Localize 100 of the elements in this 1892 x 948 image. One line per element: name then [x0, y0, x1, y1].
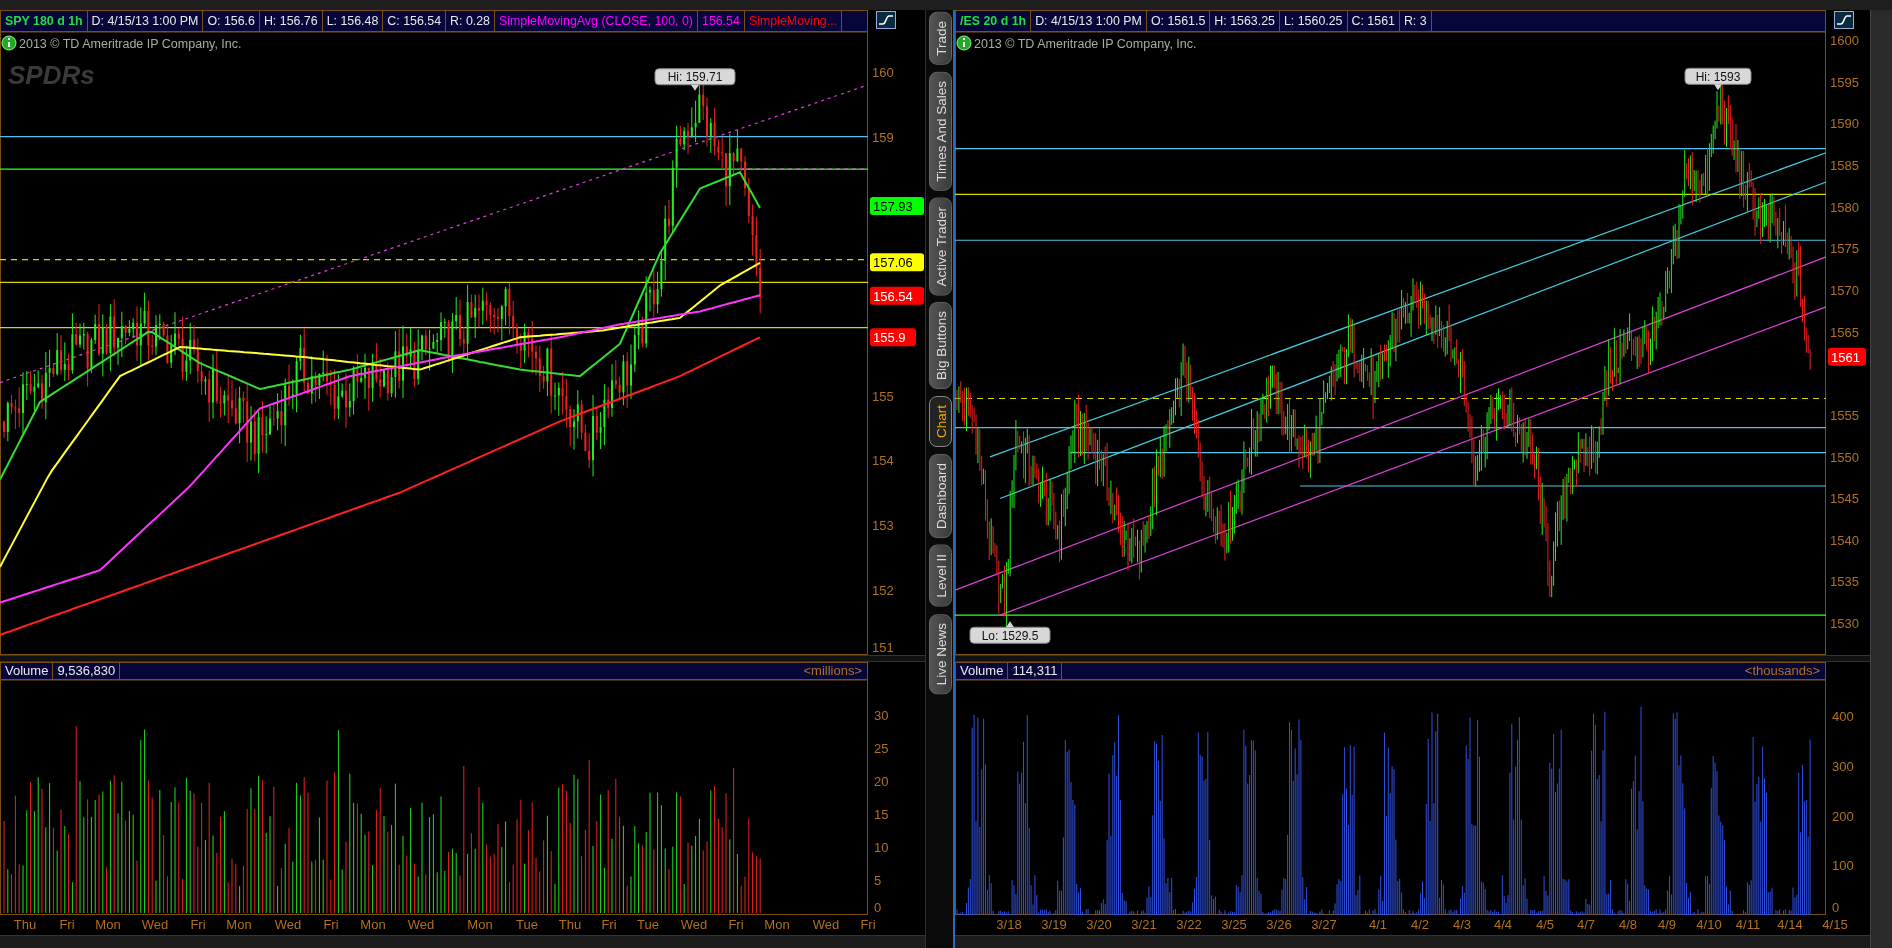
time-axis-label: 4/8 — [1618, 917, 1638, 932]
price-tag: 1561 — [1828, 347, 1866, 366]
price-axis-label: 160 — [872, 65, 894, 80]
copyright-text: 2013 © TD Ameritrade IP Company, Inc. — [19, 37, 242, 51]
volume-axis-label: 0 — [1832, 900, 1840, 915]
side-tab[interactable]: Trade — [929, 12, 952, 65]
volume-axis-label: 5 — [874, 873, 882, 888]
price-axis-label: 1585 — [1830, 157, 1859, 173]
time-axis-label: 4/2 — [1410, 917, 1430, 932]
price-axis-label: 1540 — [1830, 532, 1859, 548]
price-axis-label: 152 — [872, 582, 894, 598]
quote-field: C: 156.54 — [383, 11, 447, 31]
side-tab[interactable]: Dashboard — [929, 454, 952, 539]
time-axis-label: 3/19 — [1041, 917, 1067, 932]
side-tab[interactable]: Chart — [929, 396, 952, 448]
time-axis-label: Wed — [274, 917, 302, 932]
price-axis-label: 1530 — [1830, 616, 1859, 632]
price-axis-label: 1550 — [1830, 449, 1859, 465]
time-axis-label: 4/7 — [1576, 917, 1596, 932]
volume-axis-label: 100 — [1832, 858, 1854, 874]
price-axis-label: 1600 — [1830, 33, 1859, 48]
time-axis-label: Fri — [860, 917, 876, 932]
time-axis-label: Wed — [680, 917, 708, 932]
time-axis-label: Mon — [360, 917, 386, 932]
time-axis-label: Fri — [323, 917, 339, 932]
price-axis-label: 155 — [872, 388, 894, 404]
quote-field: O: 1561.5 — [1146, 11, 1211, 31]
time-axis-label: 4/3 — [1452, 917, 1472, 932]
study-label[interactable]: 156.54 — [698, 11, 745, 31]
scrollbar[interactable] — [1870, 10, 1892, 948]
price-axis-label: 1555 — [1830, 407, 1859, 423]
price-axis-label: 153 — [872, 517, 894, 533]
chart-style-icon[interactable] — [876, 11, 896, 29]
volume-axis-label: 30 — [874, 708, 889, 723]
volume-unit-label: <millions> — [803, 663, 863, 679]
price-axis-label: 159 — [872, 129, 894, 145]
time-axis-label: Fri — [59, 917, 75, 932]
quote-field: C: 1561 — [1347, 11, 1400, 31]
time-axis-label: 4/1 — [1368, 917, 1388, 932]
price-axis-label: 1570 — [1830, 282, 1859, 298]
time-axis-label: Fri — [728, 917, 744, 932]
time-axis-label: Tue — [516, 917, 538, 932]
volume-axis-label: 300 — [1832, 758, 1854, 774]
time-axis-label: 3/18 — [996, 917, 1022, 932]
quote-field: H: 156.76 — [259, 11, 323, 31]
chart-style-icon[interactable] — [1834, 11, 1854, 29]
volume-value: 114,311 — [1008, 663, 1063, 679]
volume-axis-label: 200 — [1832, 808, 1854, 824]
volume-axis-label: 10 — [874, 840, 889, 855]
price-callout: Lo: 1529.5 — [969, 621, 1051, 644]
time-axis-label: 4/4 — [1493, 917, 1513, 932]
time-axis-label: Thu — [13, 917, 37, 932]
price-tag: 156.54 — [870, 286, 924, 305]
time-axis-label: 3/20 — [1086, 917, 1112, 932]
time-axis-label: 3/26 — [1266, 917, 1292, 932]
time-axis-label: 4/11 — [1735, 917, 1761, 932]
symbol-label[interactable]: SPY 180 d 1h — [1, 11, 88, 31]
time-axis-label: 4/14 — [1777, 917, 1803, 932]
volume-axis-label: 20 — [874, 774, 889, 789]
quote-field: D: 4/15/13 1:00 PM — [1031, 11, 1147, 31]
volume-value: 9,536,830 — [53, 663, 121, 679]
study-label[interactable]: SimpleMovingAvg (CLOSE, 100, 0) — [495, 11, 698, 31]
time-axis-label: 4/15 — [1822, 917, 1848, 932]
time-axis-label: Tue — [637, 917, 659, 932]
side-tab[interactable]: Times And Sales — [929, 71, 952, 191]
volume-axis-label: 25 — [874, 741, 889, 756]
volume-label: Volume — [956, 663, 1009, 679]
time-axis-label: Wed — [407, 917, 435, 932]
info-icon[interactable] — [956, 35, 972, 51]
study-label[interactable]: SimpleMoving... — [744, 11, 843, 31]
quote-field: H: 1563.25 — [1210, 11, 1280, 31]
side-tab[interactable]: Active Trader — [929, 197, 952, 296]
time-axis-label: 4/9 — [1657, 917, 1677, 932]
time-axis-label: Fri — [601, 917, 617, 932]
price-axis-label: 151 — [872, 640, 894, 655]
info-icon[interactable] — [1, 35, 17, 51]
time-axis-label: Mon — [467, 917, 493, 932]
side-tab[interactable]: Live News — [929, 613, 952, 694]
time-axis-label: 4/10 — [1696, 917, 1722, 932]
time-axis-label: 4/5 — [1535, 917, 1555, 932]
time-axis-label: Mon — [764, 917, 790, 932]
time-axis-label: 3/22 — [1176, 917, 1202, 932]
price-axis-label: 1565 — [1830, 324, 1859, 340]
time-axis-label: 3/27 — [1311, 917, 1337, 932]
time-axis-label: Wed — [812, 917, 840, 932]
quote-field: D: 4/15/13 1:00 PM — [87, 11, 204, 31]
price-tag: 157.93 — [870, 196, 924, 215]
price-callout: Hi: 1593 — [1684, 67, 1752, 91]
symbol-label[interactable]: /ES 20 d 1h — [956, 11, 1032, 31]
time-axis-label: Mon — [226, 917, 252, 932]
price-axis-label: 154 — [872, 453, 894, 469]
price-axis-label: 1545 — [1830, 491, 1859, 507]
time-axis-label: Mon — [95, 917, 121, 932]
side-tab[interactable]: Level II — [929, 545, 952, 607]
time-axis-label: 3/25 — [1221, 917, 1247, 932]
quote-field: L: 156.48 — [322, 11, 384, 31]
volume-axis-label: 0 — [874, 900, 882, 915]
time-axis-label: 3/21 — [1131, 917, 1157, 932]
side-tab[interactable]: Big Buttons — [929, 302, 952, 390]
time-axis-label: Wed — [141, 917, 169, 932]
